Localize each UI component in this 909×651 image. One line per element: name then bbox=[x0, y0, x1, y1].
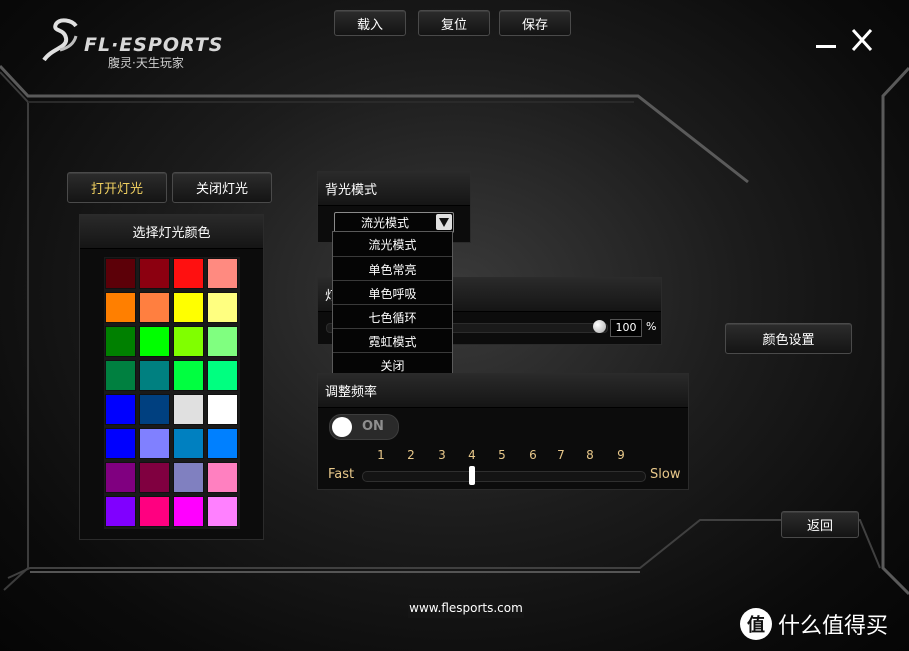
color-swatch[interactable] bbox=[105, 258, 136, 289]
backlight-mode-option[interactable]: 单色呼吸 bbox=[333, 280, 452, 305]
backlight-mode-option[interactable]: 流光模式 bbox=[333, 232, 452, 256]
frequency-tick-label: 1 bbox=[377, 448, 385, 462]
watermark-logo-icon: 值 bbox=[740, 608, 772, 640]
color-swatch[interactable] bbox=[173, 292, 204, 323]
color-swatch[interactable] bbox=[139, 496, 170, 527]
save-button[interactable]: 保存 bbox=[499, 10, 571, 36]
color-swatch[interactable] bbox=[139, 292, 170, 323]
load-button[interactable]: 载入 bbox=[334, 10, 406, 36]
color-swatch[interactable] bbox=[105, 326, 136, 357]
color-swatch[interactable] bbox=[139, 360, 170, 391]
frequency-slider-thumb[interactable] bbox=[469, 466, 475, 485]
color-swatch[interactable] bbox=[207, 326, 238, 357]
on-off-toggle[interactable]: ON bbox=[329, 414, 399, 440]
color-swatch[interactable] bbox=[139, 462, 170, 493]
color-swatch[interactable] bbox=[173, 428, 204, 459]
reset-button[interactable]: 复位 bbox=[418, 10, 490, 36]
frequency-tick-label: 3 bbox=[438, 448, 446, 462]
color-swatch[interactable] bbox=[173, 360, 204, 391]
color-swatch[interactable] bbox=[173, 394, 204, 425]
brightness-unit: % bbox=[646, 320, 657, 333]
color-swatch[interactable] bbox=[105, 394, 136, 425]
color-swatch[interactable] bbox=[139, 258, 170, 289]
color-swatch[interactable] bbox=[207, 292, 238, 323]
frequency-tick-label: 9 bbox=[617, 448, 625, 462]
brightness-slider-thumb[interactable] bbox=[593, 320, 606, 333]
minimize-button[interactable] bbox=[814, 28, 838, 50]
color-swatch[interactable] bbox=[207, 428, 238, 459]
color-swatch[interactable] bbox=[139, 326, 170, 357]
backlight-mode-select[interactable]: 流光模式 bbox=[334, 212, 454, 233]
color-swatch[interactable] bbox=[105, 360, 136, 391]
color-swatch[interactable] bbox=[139, 428, 170, 459]
frequency-tick-label: 8 bbox=[586, 448, 594, 462]
color-panel-title: 选择灯光颜色 bbox=[80, 215, 263, 249]
backlight-mode-options: 流光模式 单色常亮 单色呼吸 七色循环 霓虹模式 关闭 bbox=[332, 231, 453, 377]
color-swatch[interactable] bbox=[173, 258, 204, 289]
minimize-icon bbox=[816, 45, 836, 48]
brand-slogan: 腹灵·天生玩家 bbox=[108, 56, 184, 70]
color-swatch-grid bbox=[104, 257, 240, 529]
color-swatch[interactable] bbox=[207, 258, 238, 289]
dropdown-arrow-icon[interactable] bbox=[436, 214, 452, 230]
brand-name: FL·ESPORTS bbox=[84, 34, 224, 56]
color-swatch[interactable] bbox=[105, 428, 136, 459]
backlight-mode-option[interactable]: 霓虹模式 bbox=[333, 328, 452, 353]
color-swatch[interactable] bbox=[105, 462, 136, 493]
color-swatch[interactable] bbox=[207, 496, 238, 527]
color-swatch[interactable] bbox=[207, 394, 238, 425]
backlight-mode-title: 背光模式 bbox=[318, 172, 470, 206]
color-swatch[interactable] bbox=[105, 496, 136, 527]
color-swatch[interactable] bbox=[173, 496, 204, 527]
frequency-tick-label: 7 bbox=[557, 448, 565, 462]
watermark: 值 什么值得买 bbox=[740, 606, 888, 642]
snake-logo-icon bbox=[42, 18, 78, 62]
close-button[interactable] bbox=[849, 28, 875, 52]
website-url[interactable]: www.flesports.com bbox=[408, 598, 524, 618]
color-swatch[interactable] bbox=[207, 360, 238, 391]
backlight-mode-selected: 流光模式 bbox=[360, 216, 409, 230]
toggle-label: ON bbox=[362, 419, 384, 434]
close-icon bbox=[851, 28, 873, 52]
light-on-button[interactable]: 打开灯光 bbox=[67, 172, 167, 203]
brightness-value[interactable]: 100 bbox=[610, 319, 642, 337]
frequency-title: 调整频率 bbox=[318, 374, 688, 408]
fast-label: Fast bbox=[328, 467, 355, 482]
toggle-knob bbox=[332, 417, 352, 437]
color-swatch[interactable] bbox=[207, 462, 238, 493]
frequency-tick-label: 2 bbox=[407, 448, 415, 462]
color-swatch[interactable] bbox=[173, 462, 204, 493]
color-swatch[interactable] bbox=[173, 326, 204, 357]
back-button[interactable]: 返回 bbox=[781, 511, 859, 538]
light-off-button[interactable]: 关闭灯光 bbox=[172, 172, 272, 203]
watermark-text: 什么值得买 bbox=[778, 614, 889, 639]
color-settings-button[interactable]: 颜色设置 bbox=[725, 323, 852, 354]
frequency-slider-track[interactable] bbox=[362, 471, 646, 482]
backlight-mode-option[interactable]: 单色常亮 bbox=[333, 256, 452, 281]
color-panel: 选择灯光颜色 bbox=[79, 214, 264, 540]
frequency-tick-label: 5 bbox=[498, 448, 506, 462]
color-swatch[interactable] bbox=[139, 394, 170, 425]
slow-label: Slow bbox=[650, 467, 681, 482]
backlight-mode-option[interactable]: 七色循环 bbox=[333, 304, 452, 329]
frequency-tick-label: 6 bbox=[529, 448, 537, 462]
color-swatch[interactable] bbox=[105, 292, 136, 323]
brand-logo: FL·ESPORTS 腹灵·天生玩家 bbox=[38, 18, 238, 70]
frequency-tick-label: 4 bbox=[468, 448, 476, 462]
